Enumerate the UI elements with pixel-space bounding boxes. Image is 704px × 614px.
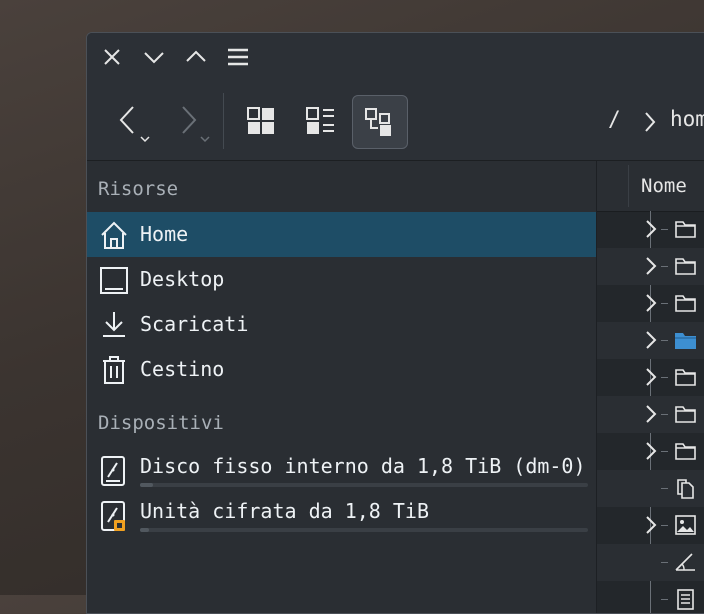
folder-icon bbox=[675, 406, 696, 423]
toolbar-separator bbox=[223, 93, 224, 149]
table-row[interactable] bbox=[597, 211, 704, 248]
table-row[interactable] bbox=[597, 433, 704, 470]
tree-connector bbox=[661, 377, 668, 378]
close-button[interactable] bbox=[100, 45, 124, 69]
chevron-up-icon bbox=[186, 50, 206, 62]
tree-connector bbox=[661, 562, 668, 563]
document-icon bbox=[677, 589, 694, 610]
compact-view-button[interactable] bbox=[296, 95, 344, 147]
expand-chevron-icon[interactable] bbox=[644, 256, 658, 276]
expand-chevron-icon[interactable] bbox=[644, 219, 658, 239]
places-section-title: Risorse bbox=[98, 178, 179, 200]
icons-view-icon bbox=[247, 107, 274, 134]
devices-section-title: Dispositivi bbox=[98, 412, 224, 434]
sidebar-item-label: Desktop bbox=[140, 267, 225, 291]
forward-button[interactable] bbox=[175, 99, 219, 145]
tree-connector bbox=[661, 340, 668, 341]
desktop-icon bbox=[100, 267, 128, 294]
breadcrumb-home[interactable]: hom bbox=[670, 107, 704, 131]
sidebar-item-label: Home bbox=[140, 222, 189, 246]
folder-icon bbox=[675, 221, 696, 238]
expand-chevron-icon[interactable] bbox=[644, 441, 658, 461]
back-button[interactable] bbox=[113, 99, 157, 145]
expand-chevron-icon[interactable] bbox=[644, 404, 658, 424]
sidebar-item-desktop[interactable]: Desktop bbox=[87, 257, 596, 302]
close-icon bbox=[104, 49, 120, 65]
tree-connector bbox=[661, 488, 668, 489]
folder-blue-icon bbox=[675, 333, 696, 349]
column-header: Nome bbox=[597, 161, 704, 212]
table-row[interactable] bbox=[597, 507, 704, 544]
folder-icon bbox=[675, 369, 696, 386]
table-row[interactable] bbox=[597, 470, 704, 507]
sidebar-item-trash[interactable]: Cestino bbox=[87, 347, 596, 392]
expand-chevron-icon[interactable] bbox=[644, 293, 658, 313]
sidebar-item-label: Disco fisso interno da 1,8 TiB (dm-0) bbox=[140, 454, 586, 478]
disk-usage-bar bbox=[140, 528, 588, 532]
disk-usage-bar bbox=[140, 483, 588, 487]
trash-icon bbox=[103, 356, 125, 384]
sidebar-item-downloads[interactable]: Scaricati bbox=[87, 302, 596, 347]
icons-view-button[interactable] bbox=[237, 95, 285, 147]
tree-connector bbox=[661, 414, 668, 415]
tree-connector bbox=[661, 599, 668, 600]
tree-connector bbox=[661, 525, 668, 526]
tree-connector bbox=[661, 266, 668, 267]
details-view-icon bbox=[365, 108, 391, 136]
file-list-view: Nome bbox=[597, 161, 704, 613]
folder-icon bbox=[675, 443, 696, 460]
chevron-down-icon bbox=[144, 52, 164, 64]
table-row[interactable] bbox=[597, 544, 704, 581]
table-row[interactable] bbox=[597, 248, 704, 285]
title-bar bbox=[87, 33, 704, 82]
image-icon bbox=[675, 515, 696, 535]
folder-icon bbox=[675, 258, 696, 275]
table-row[interactable] bbox=[597, 396, 704, 433]
back-arrow-icon bbox=[119, 106, 150, 143]
chevron-right-icon bbox=[645, 112, 656, 132]
file-manager-window: / hom Risorse Home Desktop bbox=[86, 32, 704, 614]
sidebar-item-label: Scaricati bbox=[140, 312, 249, 336]
download-icon bbox=[103, 312, 125, 337]
sidebar-item-home[interactable]: Home bbox=[87, 212, 596, 257]
sidebar-item-label: Unità cifrata da 1,8 TiB bbox=[140, 499, 429, 523]
places-panel: Risorse Home Desktop Scaricati Cestino D… bbox=[87, 161, 596, 613]
expand-chevron-icon[interactable] bbox=[644, 515, 658, 535]
hamburger-menu-icon bbox=[228, 48, 248, 66]
column-separator[interactable] bbox=[628, 165, 629, 207]
compact-view-icon bbox=[306, 107, 334, 134]
sidebar-item-encrypted-drive[interactable]: Unità cifrata da 1,8 TiB bbox=[87, 494, 596, 539]
column-header-name[interactable]: Nome bbox=[641, 175, 687, 197]
table-row[interactable] bbox=[597, 359, 704, 396]
toolbar: / hom bbox=[87, 81, 704, 161]
details-view-button[interactable] bbox=[352, 95, 408, 149]
forward-arrow-icon bbox=[182, 106, 210, 143]
encrypted-drive-icon bbox=[101, 501, 125, 531]
tree-connector bbox=[661, 303, 668, 304]
expand-chevron-icon[interactable] bbox=[644, 367, 658, 387]
table-row[interactable] bbox=[597, 322, 704, 359]
table-row[interactable] bbox=[597, 581, 704, 613]
drawing-icon bbox=[675, 553, 695, 571]
file-copy-icon bbox=[677, 479, 694, 499]
home-icon bbox=[101, 221, 127, 249]
tree-connector bbox=[661, 451, 668, 452]
harddisk-icon bbox=[101, 456, 125, 486]
table-row[interactable] bbox=[597, 285, 704, 322]
sidebar-item-internal-disk[interactable]: Disco fisso interno da 1,8 TiB (dm-0) bbox=[87, 449, 596, 494]
tree-connector bbox=[661, 229, 668, 230]
minimize-button[interactable] bbox=[142, 45, 166, 69]
folder-icon bbox=[675, 295, 696, 312]
breadcrumb-root[interactable]: / bbox=[608, 107, 621, 131]
maximize-button[interactable] bbox=[184, 45, 208, 69]
window-menu-button[interactable] bbox=[226, 45, 250, 69]
sidebar-item-label: Cestino bbox=[140, 357, 225, 381]
expand-chevron-icon[interactable] bbox=[644, 330, 658, 350]
